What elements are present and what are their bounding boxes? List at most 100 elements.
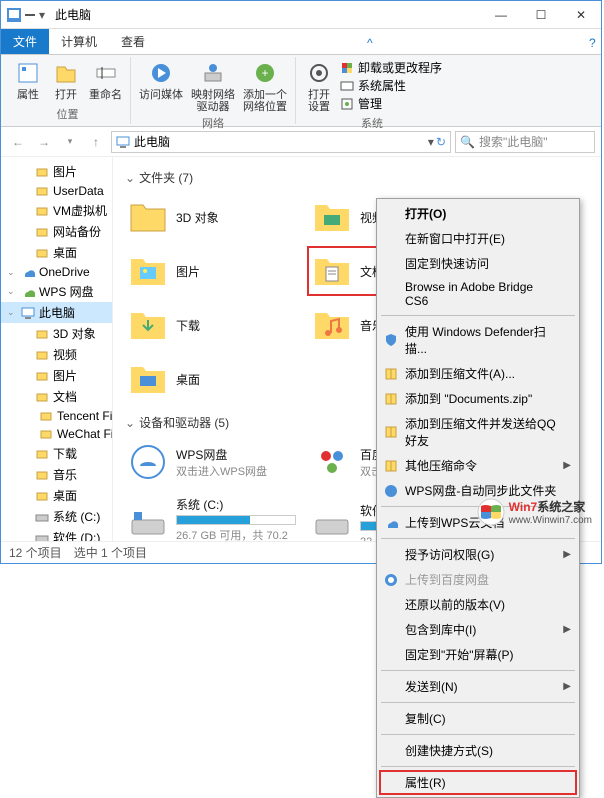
menu-item[interactable]: 上传到百度网盘 [379,567,577,592]
menu-item[interactable]: 使用 Windows Defender扫描... [379,319,577,361]
menu-separator [381,538,575,539]
nav-item[interactable]: 视频 [1,344,112,365]
folder-item[interactable]: 桌面 [125,356,285,402]
nav-item[interactable]: ⌄此电脑 [1,302,112,323]
menu-item[interactable]: 创建快捷方式(S) [379,738,577,763]
item-label: 图片 [176,263,282,280]
folder-icon [21,265,35,279]
menu-item[interactable]: 其他压缩命令▶ [379,453,577,478]
nav-label: 网站备份 [53,223,101,240]
ribbon-tabs: 文件 计算机 查看 ^ ? [1,29,601,55]
nav-item[interactable]: Tencent Files [1,407,112,425]
status-selected: 选中 1 个项目 [74,544,147,561]
folder-dl-icon [128,305,168,345]
tab-view[interactable]: 查看 [109,29,157,54]
menu-item[interactable]: 包含到库中(I) ▶ [379,617,577,642]
menu-separator [381,315,575,316]
folder-icon [35,390,49,404]
nav-item[interactable]: 桌面 [1,485,112,506]
wps-icon [383,483,399,499]
back-button[interactable]: ← [7,131,29,153]
menu-item[interactable]: 属性(R) [379,770,577,795]
menu-item[interactable]: 还原以前的版本(V) [379,592,577,617]
nav-item[interactable]: 软件 (D:) [1,527,112,541]
ribbon-media[interactable]: 访问媒体 [137,57,185,103]
address-field[interactable]: 此电脑 ▾ ↻ [111,131,451,153]
ribbon-uninstall[interactable]: 卸载或更改程序 [340,59,442,76]
nav-label: 桌面 [53,487,77,504]
drive-item[interactable]: WPS网盘双击进入WPS网盘 [125,439,285,485]
folder-icon [39,409,53,423]
ribbon-toggle-icon[interactable]: ^ [355,32,379,54]
nav-item[interactable]: UserData [1,182,112,200]
nav-item[interactable]: 桌面 [1,242,112,263]
ribbon-add-netloc[interactable]: +添加一个 网络位置 [241,57,289,115]
menu-item[interactable]: 固定到快速访问 [379,251,577,276]
nav-item[interactable]: ⌄OneDrive [1,263,112,281]
submenu-arrow-icon: ▶ [563,681,571,692]
nav-item[interactable]: VM虚拟机 [1,200,112,221]
nav-item[interactable]: 音乐 [1,464,112,485]
nav-item[interactable]: 图片 [1,365,112,386]
nav-item[interactable]: 下载 [1,443,112,464]
drive-item[interactable]: 系统 (C:)26.7 GB 可用，共 70.2 GB [125,493,285,541]
menu-label: 添加到压缩文件(A)... [405,365,515,382]
menu-item[interactable]: 打开(O) [379,201,577,226]
chevron-icon: ⌄ [7,267,17,278]
menu-label: 包含到库中(I) [405,621,476,638]
menu-item[interactable]: 在新窗口中打开(E) [379,226,577,251]
folder-icon [35,510,49,524]
ribbon-rename[interactable]: 重命名 [87,57,124,103]
qat-icon[interactable] [23,8,37,22]
refresh-icon[interactable]: ↻ [436,135,446,149]
folder-desk-icon [128,359,168,399]
ribbon: 属性 打开 重命名 位置 访问媒体 映射网络 驱动器 +添加一个 网络位置 网络… [1,55,601,127]
nav-item[interactable]: 文档 [1,386,112,407]
recent-dropdown-icon[interactable]: ▾ [59,131,81,153]
ribbon-settings[interactable]: 打开 设置 [302,57,336,115]
ribbon-map-drive[interactable]: 映射网络 驱动器 [189,57,237,115]
minimize-button[interactable]: — [481,1,521,29]
menu-item[interactable]: 添加到压缩文件(A)... [379,361,577,386]
up-button[interactable]: ↑ [85,131,107,153]
folder-item[interactable]: 下载 [125,302,285,348]
ribbon-group-system: 打开 设置 卸载或更改程序 系统属性 管理 系统 [296,57,448,124]
menu-item[interactable]: 添加到压缩文件并发送给QQ好友 [379,411,577,453]
ribbon-sysprops[interactable]: 系统属性 [340,77,442,94]
tab-computer[interactable]: 计算机 [49,29,109,54]
nav-item[interactable]: WeChat Files [1,425,112,443]
menu-item[interactable]: 发送到(N)▶ [379,674,577,699]
folder-icon [35,531,49,542]
menu-item[interactable]: 复制(C) [379,706,577,731]
nav-item[interactable]: 3D 对象 [1,323,112,344]
ribbon-manage[interactable]: 管理 [340,95,442,112]
nav-item[interactable]: 系统 (C:) [1,506,112,527]
menu-item[interactable]: 添加到 "Documents.zip" [379,386,577,411]
help-icon[interactable]: ? [577,32,601,54]
section-folders[interactable]: ⌄文件夹 (7) [125,169,589,186]
close-button[interactable]: ✕ [561,1,601,29]
menu-item[interactable]: Browse in Adobe Bridge CS6 [379,276,577,312]
folder-mus-icon [312,305,352,345]
nav-tree[interactable]: 图片UserDataVM虚拟机网站备份桌面⌄OneDrive⌄WPS 网盘⌄此电… [1,157,113,541]
nav-item[interactable]: 网站备份 [1,221,112,242]
menu-item[interactable]: 固定到"开始"屏幕(P) [379,642,577,667]
qat-dropdown-icon[interactable]: ▾ [39,8,45,22]
menu-item[interactable]: 授予访问权限(G)▶ [379,542,577,567]
nav-item[interactable]: 图片 [1,161,112,182]
folder-item[interactable]: 图片 [125,248,285,294]
ribbon-open[interactable]: 打开 [49,57,83,103]
nav-item[interactable]: ⌄WPS 网盘 [1,281,112,302]
ribbon-properties[interactable]: 属性 [11,57,45,103]
forward-button[interactable]: → [33,131,55,153]
tab-file[interactable]: 文件 [1,29,49,54]
search-field[interactable]: 🔍 搜索"此电脑" [455,131,595,153]
folder-item[interactable]: 3D 对象 [125,194,285,240]
menu-label: 其他压缩命令 [405,457,477,474]
refresh-icon[interactable]: ▾ [428,135,434,149]
titlebar: ▾ 此电脑 — ☐ ✕ [1,1,601,29]
maximize-button[interactable]: ☐ [521,1,561,29]
submenu-arrow-icon: ▶ [563,624,571,635]
ribbon-group-location: 属性 打开 重命名 位置 [5,57,131,124]
drive-usage-bar [176,515,296,525]
